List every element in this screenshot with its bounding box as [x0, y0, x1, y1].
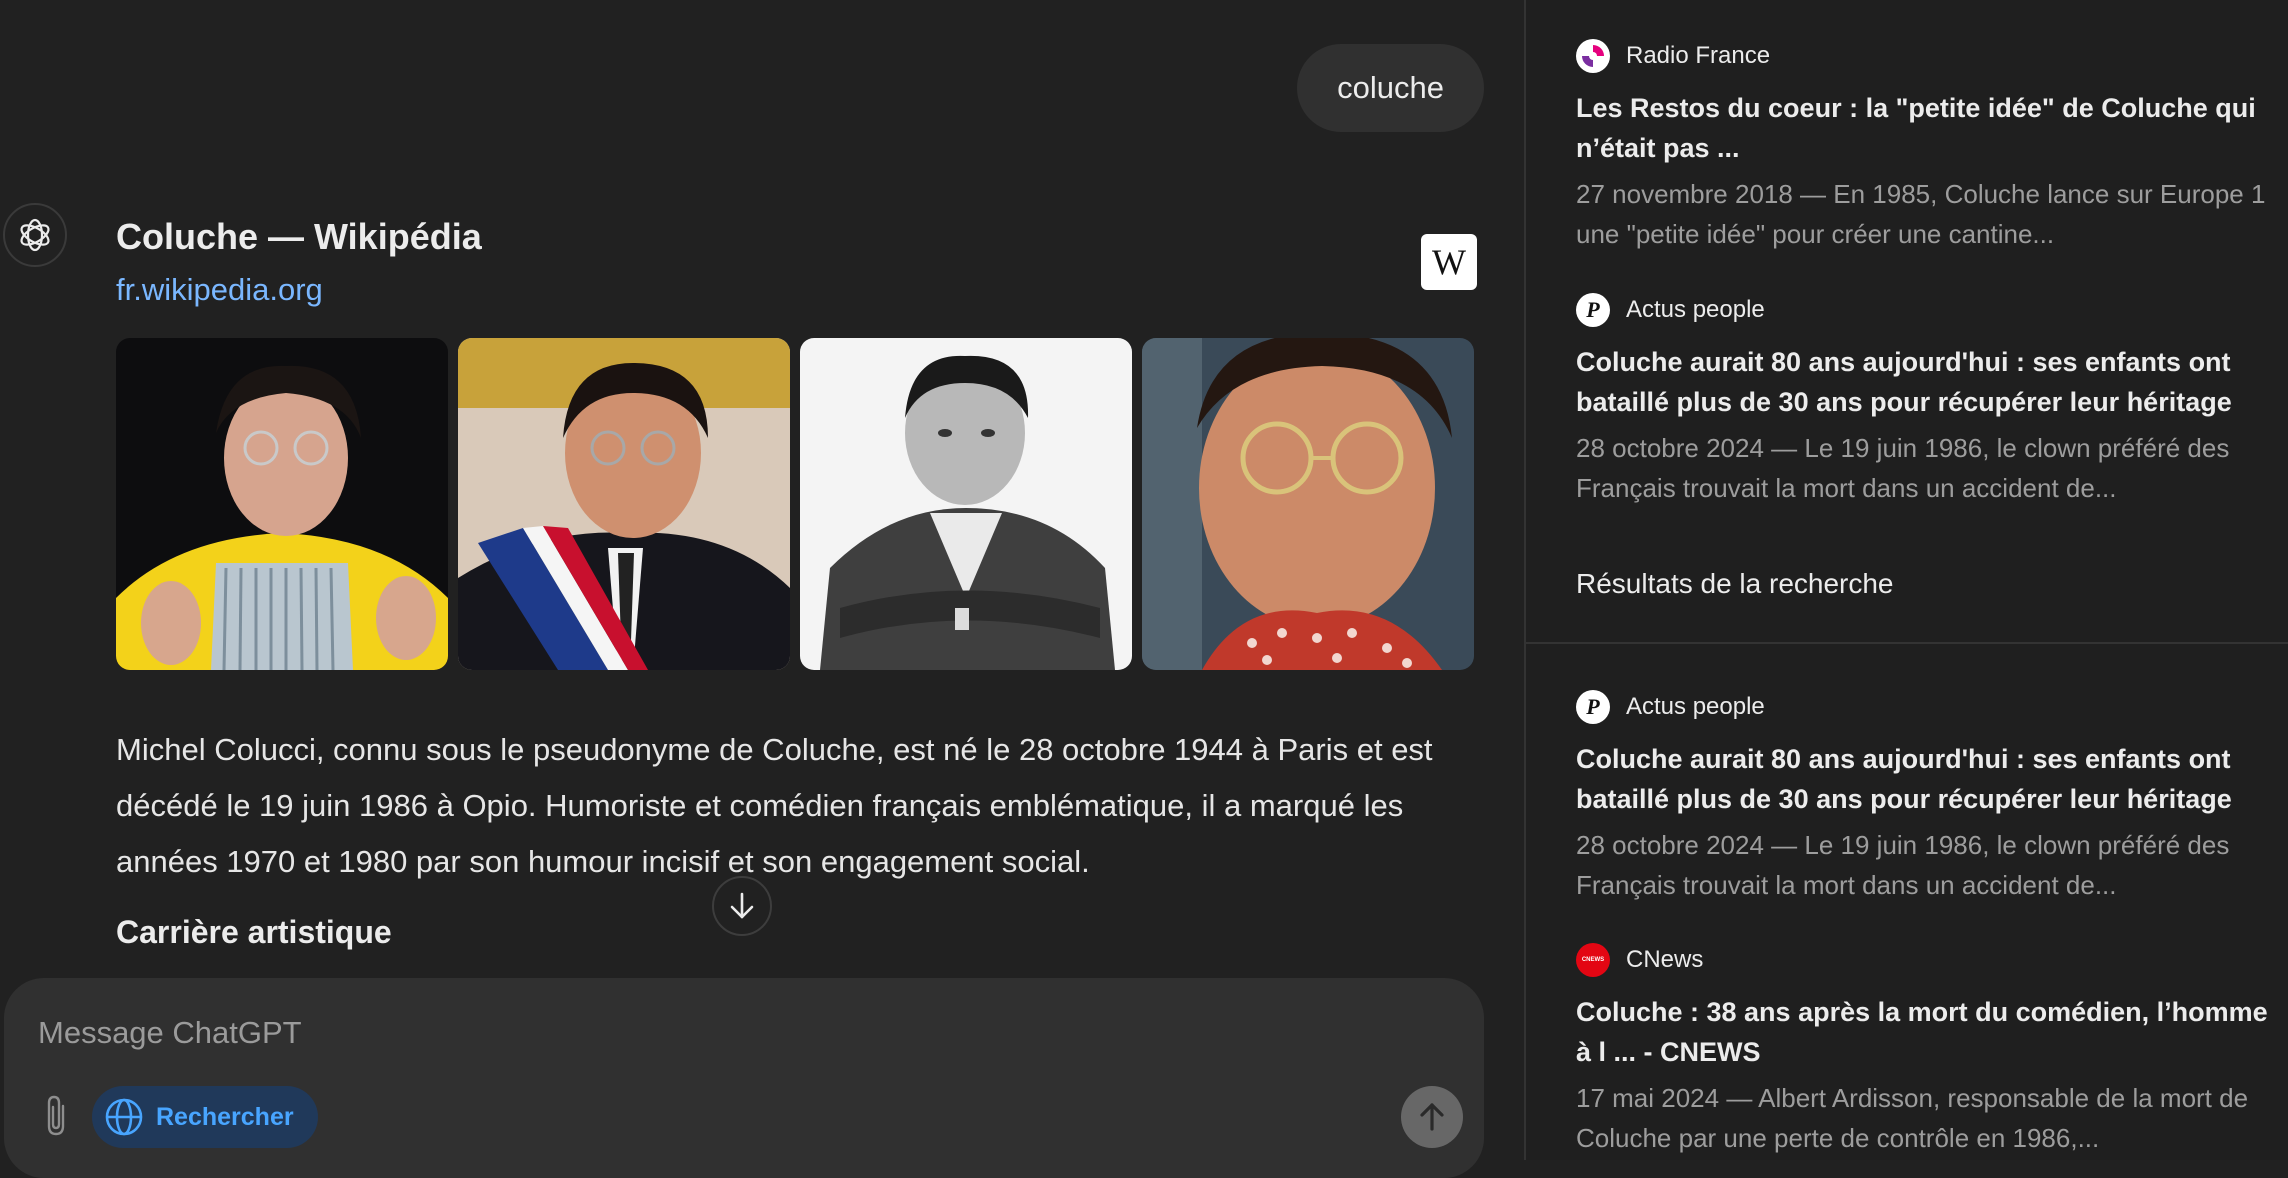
image-carousel [116, 338, 1474, 670]
search-toggle-label: Rechercher [156, 1102, 294, 1131]
source-title: Coluche aurait 80 ans aujourd'hui : ses … [1576, 347, 2232, 417]
source-title: Coluche : 38 ans après la mort du comédi… [1576, 997, 2268, 1067]
actus-people-favicon-icon: P [1576, 690, 1610, 724]
scroll-down-button[interactable] [712, 876, 772, 936]
source-site-name: Radio France [1626, 42, 1771, 69]
panel-divider [1526, 642, 2288, 644]
message-input[interactable] [36, 1006, 1340, 1060]
search-results-heading: Résultats de la recherche [1576, 568, 1894, 599]
source-card[interactable]: P Actus people Coluche aurait 80 ans auj… [1576, 292, 2276, 508]
source-site-name: CNews [1626, 946, 1704, 973]
source-title: Coluche aurait 80 ans aujourd'hui : ses … [1576, 744, 2232, 814]
section-heading: Carrière artistique [116, 914, 392, 950]
result-image-2[interactable] [458, 338, 790, 670]
paperclip-icon [47, 1095, 65, 1136]
source-snippet: 27 novembre 2018 — En 1985, Coluche lanc… [1576, 179, 2266, 249]
chatgpt-logo-icon [3, 203, 67, 267]
sources-panel: Radio France Les Restos du coeur : la "p… [1524, 0, 2288, 1160]
result-domain-link[interactable]: fr.wikipedia.org [116, 272, 323, 308]
globe-icon [105, 1098, 143, 1136]
source-site-name: Actus people [1626, 693, 1765, 720]
source-site-name: Actus people [1626, 296, 1765, 323]
attach-button[interactable] [32, 1090, 80, 1142]
source-snippet: 28 octobre 2024 — Le 19 juin 1986, le cl… [1576, 433, 2230, 503]
result-summary: Michel Colucci, connu sous le pseudonyme… [116, 732, 1433, 879]
arrow-down-icon [730, 892, 754, 919]
user-message-bubble: coluche [1297, 44, 1484, 132]
source-snippet: 17 mai 2024 — Albert Ardisson, responsab… [1576, 1083, 2249, 1153]
wikipedia-logo-icon[interactable]: W [1421, 234, 1477, 290]
arrow-up-icon [1420, 1103, 1444, 1131]
send-button[interactable] [1401, 1086, 1463, 1148]
source-snippet: 28 octobre 2024 — Le 19 juin 1986, le cl… [1576, 830, 2230, 900]
cnews-favicon-icon: CNEWS [1576, 943, 1610, 977]
result-image-1[interactable] [116, 338, 448, 670]
radio-france-favicon-icon [1576, 39, 1610, 73]
result-image-3[interactable] [800, 338, 1132, 670]
search-result-card[interactable]: P Actus people Coluche aurait 80 ans auj… [1576, 689, 2276, 905]
user-message-text: coluche [1337, 70, 1444, 105]
result-image-4[interactable] [1142, 338, 1474, 670]
source-title: Les Restos du coeur : la "petite idée" d… [1576, 93, 2256, 163]
message-composer: Rechercher [4, 978, 1484, 1178]
actus-people-favicon-icon: P [1576, 293, 1610, 327]
search-result-card[interactable]: CNEWS CNews Coluche : 38 ans après la mo… [1576, 942, 2276, 1158]
result-title-link[interactable]: Coluche — Wikipédia [116, 216, 482, 258]
chat-main: coluche Coluche — Wikipédia fr.wikipedia… [0, 0, 1524, 1178]
search-toggle-button[interactable]: Rechercher [92, 1086, 318, 1148]
source-card[interactable]: Radio France Les Restos du coeur : la "p… [1576, 38, 2276, 254]
